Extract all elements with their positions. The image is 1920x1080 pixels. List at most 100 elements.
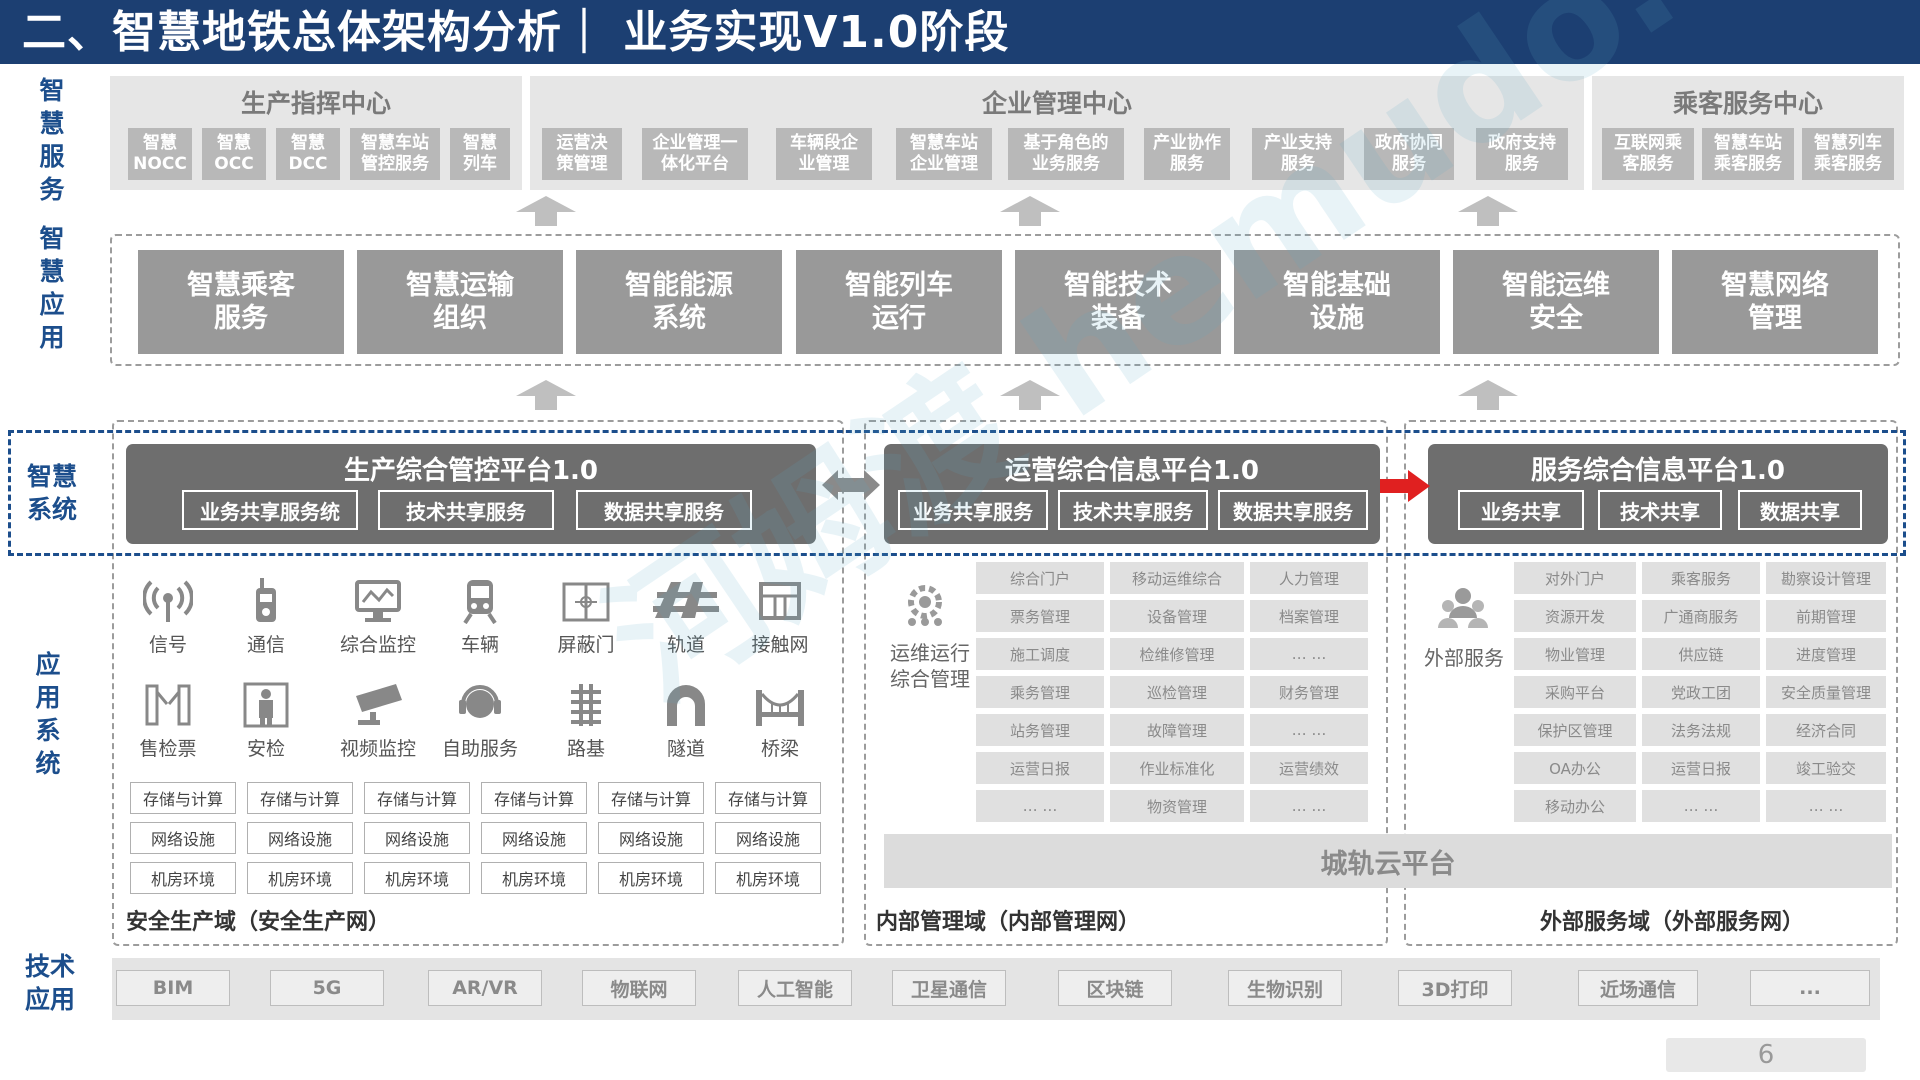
platform-service-button: 业务共享服务: [898, 490, 1048, 530]
infra-cell: 存储与计算: [598, 782, 704, 814]
layer-label-technology-application: 技术 应用: [24, 952, 75, 1014]
service-item: 政府协同 服务: [1364, 128, 1454, 180]
icon-label: 轨道: [666, 634, 705, 656]
service-item: 智慧车站 乘客服务: [1702, 128, 1794, 180]
infra-cell: 存储与计算: [130, 782, 236, 814]
service-center-production: 生产指挥中心 智慧 NOCC 智慧 OCC 智慧 DCC 智慧车站 管控服务 智…: [110, 76, 522, 190]
icon-label: 视频监控: [339, 738, 416, 760]
user-group-icon: [1438, 588, 1488, 628]
table-cell: 乘客服务: [1642, 562, 1760, 594]
infra-cell: 网络设施: [364, 822, 470, 854]
service-item: 基于角色的 业务服务: [1008, 128, 1124, 180]
table-cell: 设备管理: [1110, 600, 1244, 632]
service-item: 智慧列车 乘客服务: [1802, 128, 1894, 180]
service-item: 智慧 列车: [450, 128, 510, 180]
table-cell: 勘察设计管理: [1766, 562, 1886, 594]
icon-label: 接触网: [751, 634, 809, 656]
infra-cell: 机房环境: [364, 862, 470, 894]
service-item: 互联网乘 客服务: [1602, 128, 1694, 180]
table-cell: … …: [976, 790, 1104, 822]
service-item: 智慧 DCC: [276, 128, 340, 180]
application-box: 智能技术 装备: [1015, 250, 1221, 354]
infra-cell: 机房环境: [130, 862, 236, 894]
external-side-label: 外部服务: [1424, 646, 1504, 670]
table-cell: 安全质量管理: [1766, 676, 1886, 708]
icon-item-ticketing: 售检票: [118, 682, 218, 761]
table-cell: … …: [1250, 638, 1368, 670]
service-item: 运营决 策管理: [542, 128, 622, 180]
technology-item: 3D打印: [1398, 970, 1512, 1006]
infra-cell: 网络设施: [598, 822, 704, 854]
service-item: 产业协作 服务: [1144, 128, 1230, 180]
icon-item-signal: 信号: [118, 578, 218, 657]
table-cell: … …: [1642, 790, 1760, 822]
monitor-icon: [355, 580, 401, 622]
icon-label: 信号: [148, 634, 187, 656]
icon-label: 综合监控: [339, 634, 416, 656]
infra-cell: 存储与计算: [364, 782, 470, 814]
platform-service-button: 技术共享服务: [1058, 490, 1208, 530]
table-cell: 移动办公: [1514, 790, 1636, 822]
right-arrow-icon: [1380, 470, 1430, 502]
platform-title: 服务综合信息平台1.0: [1530, 456, 1786, 486]
icon-item-self-service: 自助服务: [430, 682, 530, 761]
table-cell: 经济合同: [1766, 714, 1886, 746]
table-cell: 对外门户: [1514, 562, 1636, 594]
application-box: 智能列车 运行: [796, 250, 1002, 354]
application-box: 智能运维 安全: [1453, 250, 1659, 354]
train-icon: [463, 580, 497, 624]
technology-item: 物联网: [582, 970, 696, 1006]
table-cell: 采购平台: [1514, 676, 1636, 708]
cloud-platform-bar: 城轨云平台: [884, 834, 1892, 888]
track-icon: [653, 582, 719, 618]
tunnel-icon: [667, 685, 705, 726]
technology-item: BIM: [116, 970, 230, 1006]
technology-item: 5G: [270, 970, 384, 1006]
security-check-icon: [243, 682, 289, 728]
icon-item-platform-door: 屏蔽门: [536, 578, 636, 657]
icon-item-vehicle: 车辆: [430, 578, 530, 657]
application-box: 智能能源 系统: [576, 250, 782, 354]
page-title: 二、智慧地铁总体架构分析｜ 业务实现V1.0阶段: [22, 7, 1010, 58]
up-arrow-icon: [1458, 196, 1518, 226]
headset-icon: [459, 685, 501, 718]
icon-label: 通信: [246, 634, 285, 656]
infra-cell: 存储与计算: [715, 782, 821, 814]
service-center-title: 乘客服务中心: [1672, 89, 1823, 118]
platform-service-button: 业务共享: [1458, 490, 1584, 530]
platform-door-icon: [562, 582, 610, 622]
icon-item-track: 轨道: [636, 578, 736, 657]
table-cell: 进度管理: [1766, 638, 1886, 670]
icon-item-bridge: 桥梁: [730, 682, 830, 761]
table-cell: … …: [1766, 790, 1886, 822]
table-cell: 法务法规: [1642, 714, 1760, 746]
infra-cell: 存储与计算: [247, 782, 353, 814]
icon-label: 安检: [246, 738, 285, 760]
up-arrow-icon: [516, 196, 576, 226]
layer-label-smart-application: 智 慧 应 用: [39, 224, 65, 352]
service-item: 智慧车站 管控服务: [350, 128, 440, 180]
technology-item: AR/VR: [428, 970, 542, 1006]
table-cell: 档案管理: [1250, 600, 1368, 632]
bridge-icon: [756, 690, 804, 726]
application-box: 智慧运输 组织: [357, 250, 563, 354]
platform-title: 运营综合信息平台1.0: [1004, 456, 1260, 486]
table-cell: 广通商服务: [1642, 600, 1760, 632]
domain-label-production: 安全生产域（安全生产网）: [126, 910, 391, 935]
table-cell: 作业标准化: [1110, 752, 1244, 784]
table-cell: 施工调度: [976, 638, 1104, 670]
table-cell: 检维修管理: [1110, 638, 1244, 670]
technology-item: 区块链: [1058, 970, 1172, 1006]
service-item: 车辆段企 业管理: [776, 128, 872, 180]
up-arrow-icon: [1458, 380, 1518, 410]
icon-label: 屏蔽门: [557, 634, 615, 656]
roadbed-icon: [571, 684, 601, 726]
infra-cell: 网络设施: [130, 822, 236, 854]
table-cell: 故障管理: [1110, 714, 1244, 746]
table-cell: 运营日报: [976, 752, 1104, 784]
service-item: 产业支持 服务: [1252, 128, 1344, 180]
service-center-title: 生产指挥中心: [240, 89, 391, 118]
table-cell: 财务管理: [1250, 676, 1368, 708]
platform-service-button: 数据共享服务: [576, 490, 752, 530]
internal-side-label: 运维运行 综合管理: [890, 641, 970, 691]
